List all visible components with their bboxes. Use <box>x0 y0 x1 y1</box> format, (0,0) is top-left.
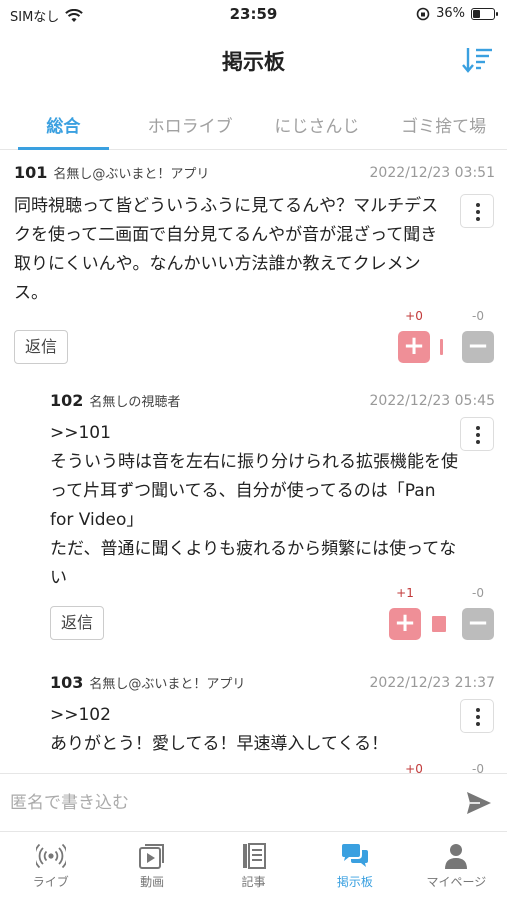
anonymous-post-input[interactable] <box>10 786 450 820</box>
post-header: 102 名無しの視聴者 <box>50 391 180 413</box>
downvote-count: -0 <box>472 586 484 600</box>
nav-mypage[interactable]: マイページ <box>406 832 507 900</box>
upvote-count: +0 <box>405 309 423 323</box>
post-author: 名無しの視聴者 <box>89 395 181 410</box>
bottom-nav: ライブ 動画 記事 掲示板 マイページ <box>0 831 507 900</box>
more-options-button[interactable] <box>460 699 494 733</box>
upvote-button[interactable]: + <box>398 331 430 363</box>
status-right: 36% <box>416 6 498 21</box>
post-date: 2022/12/23 05:45 <box>369 393 496 409</box>
reply-button[interactable]: 返信 <box>14 330 69 364</box>
nav-board[interactable]: 掲示板 <box>304 832 405 900</box>
post-item: 101 名無し@ぶいまと！アプリ 2022/12/23 03:51 同時視聴って… <box>0 151 507 377</box>
post-body: 同時視聴って皆どういうふうに見てるんや？マルチデスクを使って二画面で自分見てるん… <box>14 196 439 303</box>
post-header: 103 名無し@ぶいまと！アプリ <box>50 673 245 695</box>
nav-articles[interactable]: 記事 <box>203 832 304 900</box>
chat-bubbles-icon <box>341 844 368 867</box>
vote-ratio-bar <box>432 616 446 632</box>
battery-level <box>473 9 480 18</box>
sort-button[interactable] <box>461 46 493 74</box>
status-bar: SIMなし 23:59 36% <box>0 0 507 30</box>
post-number: 102 <box>50 391 84 410</box>
nav-label: 動画 <box>140 875 165 889</box>
vote-ratio-bar <box>440 339 454 355</box>
battery-percent: 36% <box>436 6 465 21</box>
post-body: >>102 ありがとう！愛してる！早速導入してくる！ <box>50 705 389 754</box>
vote-ratio-fill <box>432 616 446 632</box>
nav-label: 記事 <box>241 875 266 889</box>
post-header: 101 名無し@ぶいまと！アプリ <box>14 163 209 185</box>
post-number: 101 <box>14 163 48 182</box>
more-options-button[interactable] <box>460 417 494 451</box>
post-number: 103 <box>50 673 84 692</box>
nav-label: 掲示板 <box>336 875 373 889</box>
upvote-count: +0 <box>405 762 423 773</box>
nav-videos[interactable]: 動画 <box>101 832 202 900</box>
post-author: 名無し@ぶいまと！アプリ <box>53 167 210 182</box>
sort-icon <box>462 48 492 73</box>
category-tabs: 総合 ホロライブ にじさんじ ゴミ捨て場 <box>0 98 507 150</box>
video-play-icon <box>139 844 165 869</box>
vote-ratio-fill <box>440 339 443 355</box>
user-icon <box>445 844 468 869</box>
downvote-count: -0 <box>472 762 484 773</box>
downvote-button[interactable]: − <box>462 331 494 363</box>
composer-bar <box>0 773 507 831</box>
page-title: 掲示板 <box>222 50 285 74</box>
tab-general[interactable]: 総合 <box>0 98 127 150</box>
post-item: 103 名無し@ぶいまと！アプリ 2022/12/23 21:37 >>102 … <box>0 661 507 773</box>
upvote-count: +1 <box>396 586 414 600</box>
send-icon <box>467 792 491 814</box>
post-date: 2022/12/23 21:37 <box>369 675 496 691</box>
battery-icon <box>471 7 498 20</box>
post-author: 名無し@ぶいまと！アプリ <box>89 677 246 692</box>
tab-trash[interactable]: ゴミ捨て場 <box>380 98 507 149</box>
send-button[interactable] <box>465 790 493 816</box>
header: 掲示板 <box>0 30 507 90</box>
post-item: 102 名無しの視聴者 2022/12/23 05:45 >>101 そういう時… <box>0 379 507 659</box>
post-date: 2022/12/23 03:51 <box>369 165 496 181</box>
thread-list[interactable]: 101 名無し@ぶいまと！アプリ 2022/12/23 03:51 同時視聴って… <box>0 151 507 773</box>
reply-button[interactable]: 返信 <box>50 606 105 640</box>
nav-live[interactable]: ライブ <box>0 832 101 900</box>
upvote-button[interactable]: + <box>389 608 421 640</box>
tab-nijisanji[interactable]: にじさんじ <box>254 98 381 149</box>
nav-label: ライブ <box>32 875 69 889</box>
tab-hololive[interactable]: ホロライブ <box>127 98 254 149</box>
article-icon <box>242 843 266 869</box>
broadcast-icon <box>35 843 66 869</box>
downvote-button[interactable]: − <box>462 608 494 640</box>
more-options-button[interactable] <box>460 194 494 228</box>
post-body: >>101 そういう時は音を左右に振り分けられる拡張機能を使って片耳ずつ聞いてる… <box>50 423 458 588</box>
nav-label: マイページ <box>426 875 487 889</box>
orientation-lock-icon <box>416 7 430 20</box>
downvote-count: -0 <box>472 309 484 323</box>
